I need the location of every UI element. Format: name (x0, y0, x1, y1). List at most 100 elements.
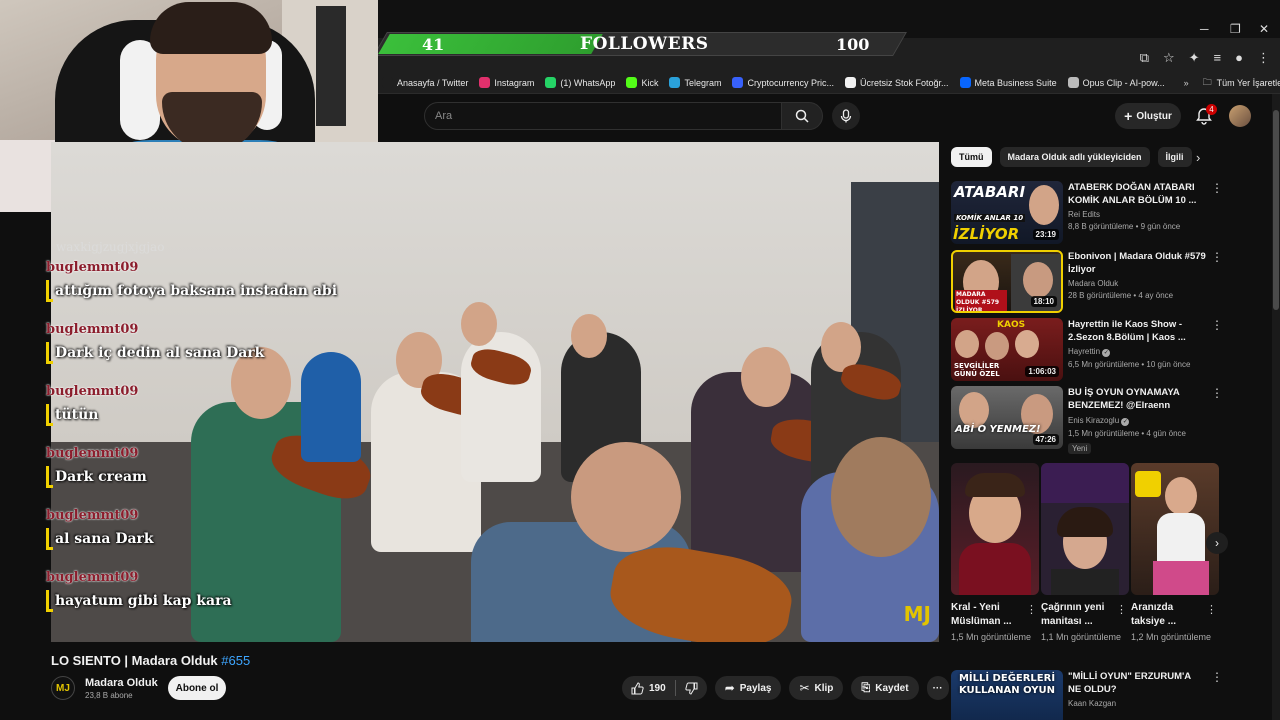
short-item[interactable]: Aranızda taksiye ... 1,2 Mn görüntüleme … (1131, 463, 1219, 643)
recommendation-channel[interactable]: Enis Kirazoglu ✓ (1068, 416, 1206, 426)
create-label: Oluştur (1136, 110, 1172, 122)
short-item[interactable]: Kral - Yeni Müslüman ... 1,5 Mn görüntül… (951, 463, 1039, 643)
filter-chip[interactable]: İlgili (1157, 147, 1192, 167)
channel-name[interactable]: Madara Olduk (85, 677, 158, 689)
chat-text: Dark iç dedin al sana Dark (55, 345, 265, 361)
more-options-icon[interactable]: ⋮ (1211, 386, 1223, 400)
channel-name: Hayrettin (1068, 347, 1101, 356)
recommendation-item[interactable]: ATABARI KOMİK ANLAR 10 İZLİYOR 23:19 ATABERK… (951, 181, 1223, 245)
more-options-icon[interactable]: ⋮ (1116, 603, 1127, 616)
chevron-right-icon[interactable]: › (1196, 150, 1200, 165)
more-options-icon[interactable]: ⋮ (1211, 318, 1223, 332)
recommendation-channel[interactable]: Rei Edits (1068, 210, 1206, 219)
create-button[interactable]: + Oluştur (1115, 103, 1181, 129)
account-avatar[interactable] (1229, 105, 1251, 127)
more-options-icon[interactable]: ⋮ (1026, 603, 1037, 616)
bookmark-favicon-icon (626, 77, 638, 88)
all-bookmarks-button[interactable]: 🗀 Tüm Yer İşaretleri (1203, 75, 1280, 91)
save-label: Kaydet (875, 682, 909, 694)
thumbnail-caption: SEVGİLİLER GÜNÜ ÖZEL (954, 362, 1000, 378)
more-options-icon[interactable]: ⋮ (1211, 181, 1223, 195)
video-thumbnail: ABİ O YENMEZ! 47:26 (951, 386, 1063, 449)
recommendation-item[interactable]: MİLLİ DEĞERLERİ KULLANAN OYUN "MİLLİ OYU… (951, 670, 1221, 720)
clip-label: Klip (814, 682, 834, 694)
short-item[interactable]: Çağrının yeni manitası ... 1,1 Mn görünt… (1041, 463, 1129, 643)
video-title-text: LO SIENTO | Madara Olduk (51, 653, 218, 668)
shorts-shelf: Kral - Yeni Müslüman ... 1,5 Mn görüntül… (951, 463, 1221, 663)
bookmark-item[interactable]: Cryptocurrency Pric... (732, 77, 834, 88)
bookmark-favicon-icon (845, 77, 856, 88)
bookmark-label: Ücretsiz Stok Fotoğr... (860, 77, 949, 88)
filter-chip[interactable]: Madara Olduk adlı yükleyiciden (999, 147, 1150, 167)
stream-chat-overlay: waxkigjzugjxjgjao buglemmt09 attığım foto… (46, 240, 346, 632)
scrollbar-thumb[interactable] (1273, 110, 1279, 310)
restore-icon[interactable]: ❐ (1230, 22, 1241, 36)
video-title: LO SIENTO | Madara Olduk #655 (51, 653, 250, 668)
new-badge: Yeni (1068, 443, 1092, 454)
chat-text: Dark cream (55, 469, 147, 485)
chat-bracket-decoration (46, 466, 53, 488)
chat-message: buglemmt09 Dark cream (46, 446, 346, 508)
bookmarks-more-icon[interactable]: » (1184, 78, 1189, 88)
short-thumbnail (1131, 463, 1219, 595)
video-hashtag[interactable]: #655 (221, 653, 250, 668)
followers-goal: 100 (836, 35, 870, 54)
profile-icon[interactable]: ● (1235, 50, 1243, 66)
more-options-icon[interactable]: ⋮ (1211, 670, 1221, 684)
recommendation-views: 28 B görüntüleme • 4 ay önce (1068, 291, 1174, 300)
shorts-next-button[interactable]: › (1206, 532, 1228, 554)
recommendation-channel[interactable]: Hayrettin ✓ (1068, 347, 1206, 357)
recommendation-item[interactable]: KAOS SEVGİLİLER GÜNÜ ÖZEL 1:06:03 Hayrettin… (951, 318, 1223, 382)
bookmark-item[interactable]: (1) WhatsApp (545, 77, 615, 88)
chat-text: tütün (55, 407, 99, 423)
media-control-icon[interactable]: ≡ (1214, 50, 1222, 66)
plus-icon: + (1124, 108, 1133, 124)
bookmark-star-icon[interactable]: ☆ (1163, 50, 1175, 66)
bookmark-item[interactable]: Kick (626, 77, 658, 88)
thumbnail-caption: ABİ O YENMEZ! (955, 424, 1041, 435)
chat-username: buglemmt09 (46, 260, 139, 275)
bookmark-item[interactable]: Meta Business Suite (959, 77, 1057, 88)
more-options-icon[interactable]: ⋮ (1211, 250, 1223, 264)
close-icon[interactable]: ✕ (1259, 22, 1269, 36)
bookmark-item[interactable]: Telegram (669, 77, 721, 88)
recommendation-item[interactable]: ABİ O YENMEZ! 47:26 BU İŞ OYUN OYNAMAYA BE… (951, 386, 1223, 454)
search-input[interactable]: Ara (424, 102, 782, 130)
bookmark-item[interactable]: Ücretsiz Stok Fotoğr... (845, 77, 949, 88)
search-icon (795, 109, 809, 123)
clip-button[interactable]: ✂ Klip (789, 676, 844, 700)
bookmark-label: Kick (641, 77, 659, 88)
chat-bracket-decoration (46, 342, 53, 364)
short-views: 1,2 Mn görüntüleme (1131, 632, 1212, 642)
minimize-icon[interactable]: ─ (1200, 22, 1209, 36)
bookmark-label: Cryptocurrency Pric... (747, 77, 834, 88)
browser-actions: ⧉ ☆ ✦ ≡ ● ⋮ (1140, 50, 1270, 66)
share-button[interactable]: ➦ Paylaş (714, 676, 782, 700)
dislike-button[interactable] (676, 682, 707, 695)
short-title: Aranızda taksiye ... (1131, 602, 1177, 627)
bookmark-item[interactable]: Instagram (479, 77, 534, 88)
bookmarks-bar: Anasayfa / Twitter Instagram (1) WhatsApp K… (378, 72, 1280, 94)
recommendation-channel[interactable]: Madara Olduk (1068, 279, 1206, 288)
video-duration: 18:10 (1030, 296, 1057, 307)
followers-bar-fill (378, 34, 603, 54)
microphone-icon (840, 109, 852, 123)
subscribe-button[interactable]: Abone ol (168, 676, 226, 700)
like-button[interactable]: 190 (622, 681, 675, 695)
filter-chip[interactable]: Tümü (951, 147, 992, 167)
bookmark-label: (1) WhatsApp (560, 77, 616, 88)
bookmark-item[interactable]: Opus Clip - AI-pow... (1067, 77, 1165, 88)
browser-menu-icon[interactable]: ⋮ (1257, 50, 1270, 66)
extensions-icon[interactable]: ✦ (1189, 50, 1200, 66)
more-options-icon[interactable]: ⋮ (1206, 603, 1217, 616)
channel-avatar[interactable]: MJ (51, 676, 75, 700)
install-app-icon[interactable]: ⧉ (1140, 50, 1149, 66)
save-button[interactable]: ⎘ Kaydet (851, 676, 919, 700)
bookmark-item[interactable]: Anasayfa / Twitter (382, 77, 468, 88)
more-actions-button[interactable]: ··· (926, 676, 949, 700)
search-button[interactable] (781, 102, 823, 130)
voice-search-button[interactable] (832, 102, 860, 130)
short-thumbnail (951, 463, 1039, 595)
save-playlist-icon: ⎘ (861, 681, 871, 694)
recommendation-item[interactable]: MADARA OLDUK #579 İZLİYOR 18:10 Ebonivon |… (951, 250, 1223, 314)
